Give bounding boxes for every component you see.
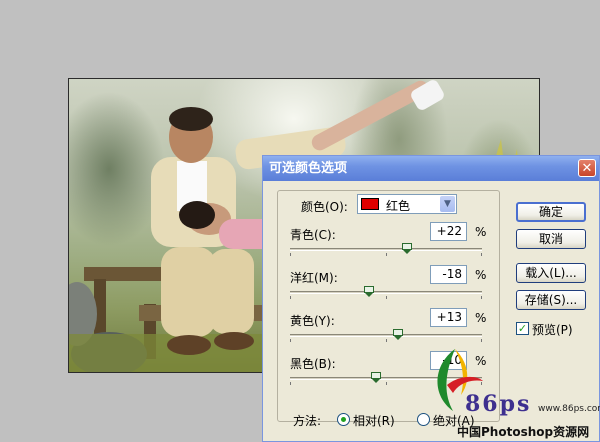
percent-unit: %: [475, 225, 487, 239]
slider-tick: [386, 339, 387, 342]
slider-label: 洋红(M):: [290, 271, 338, 285]
slider-cyan: 青色(C): +22 %: [290, 222, 490, 266]
slider-label: 青色(C):: [290, 228, 336, 242]
watermark-url: www.86ps.com: [538, 404, 600, 414]
slider-value-input[interactable]: +13: [430, 308, 467, 327]
color-swatch: [361, 198, 379, 210]
slider-tick: [290, 253, 291, 256]
slider-value-input[interactable]: +22: [430, 222, 467, 241]
slider-thumb[interactable]: [393, 329, 404, 341]
slider-track[interactable]: [290, 248, 482, 251]
slider-thumb[interactable]: [371, 372, 382, 384]
slider-label: 黑色(B):: [290, 357, 336, 371]
relative-radio-label: 相对(R): [353, 414, 395, 428]
chevron-down-icon[interactable]: ▼: [440, 196, 455, 212]
slider-tick: [386, 382, 387, 385]
slider-thumb[interactable]: [363, 286, 374, 298]
cancel-button[interactable]: 取消: [516, 229, 586, 249]
slider-label: 黄色(Y):: [290, 314, 335, 328]
close-icon: ✕: [581, 161, 593, 176]
slider-tick: [290, 296, 291, 299]
slider-tick: [290, 339, 291, 342]
color-label: 颜色(O):: [301, 200, 348, 214]
slider-tick: [481, 296, 482, 299]
slider-tick: [481, 339, 482, 342]
slider-tick: [386, 296, 387, 299]
slider-magenta: 洋红(M): -18 %: [290, 265, 490, 309]
slider-thumb[interactable]: [402, 243, 413, 255]
percent-unit: %: [475, 311, 487, 325]
dialog-title: 可选颜色选项: [269, 161, 348, 176]
load-button[interactable]: 载入(L)...: [516, 263, 586, 283]
slider-tick: [386, 253, 387, 256]
percent-unit: %: [475, 268, 487, 282]
preview-label: 预览(P): [532, 323, 573, 337]
slider-tick: [481, 253, 482, 256]
slider-track[interactable]: [290, 291, 482, 294]
ok-button[interactable]: 确定: [516, 202, 586, 222]
dialog-titlebar[interactable]: 可选颜色选项: [263, 156, 599, 181]
save-button[interactable]: 存储(S)...: [516, 290, 586, 310]
color-select-value: 红色: [386, 199, 411, 213]
slider-tick: [290, 382, 291, 385]
preview-checkbox[interactable]: ✓: [516, 322, 529, 335]
color-select[interactable]: 红色 ▼: [357, 194, 457, 214]
method-label: 方法:: [293, 414, 322, 428]
relative-radio[interactable]: [337, 413, 350, 426]
close-button[interactable]: ✕: [578, 159, 596, 177]
watermark: 86ps www.86ps.com 中国Photoshop资源网: [425, 345, 600, 442]
watermark-brand: 86ps: [465, 391, 532, 417]
watermark-site-name: 中国Photoshop资源网: [457, 425, 590, 439]
slider-track[interactable]: [290, 334, 482, 337]
slider-value-input[interactable]: -18: [430, 265, 467, 284]
